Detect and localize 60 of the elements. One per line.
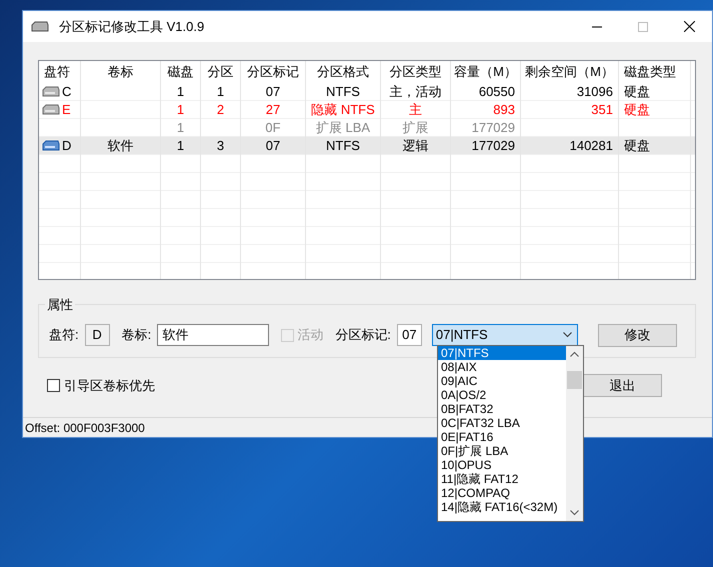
drive-icon xyxy=(42,139,60,153)
table-row[interactable]: D 软件 1 3 07 NTFS 逻辑 177029 140281 硬盘 xyxy=(39,137,695,155)
modify-button[interactable]: 修改 xyxy=(598,324,677,346)
field-label: 卷标: xyxy=(122,326,152,344)
table-cell-text: 177029 xyxy=(470,119,515,138)
scrollbar[interactable] xyxy=(566,346,583,521)
table-cell-text: 逻辑 xyxy=(402,137,430,156)
table-cell-text: 1 xyxy=(176,137,186,156)
table-cell-text: 隐藏 NTFS xyxy=(311,101,375,120)
checkbox[interactable] xyxy=(47,379,60,392)
table-cell-text: 177029 xyxy=(470,137,515,156)
table-cell-text: 硬盘 xyxy=(624,101,651,120)
exit-button[interactable]: 退出 xyxy=(583,374,662,397)
checkbox-label: 活动 xyxy=(297,326,324,344)
field-label: 分区标记: xyxy=(335,326,391,344)
table-cell-text: 07 xyxy=(264,137,282,156)
table-cell-text: 硬盘 xyxy=(624,137,651,156)
table-row[interactable]: E 1 2 27 隐藏 NTFS 主 893 351 硬盘 xyxy=(39,101,695,119)
table-cell-text: 3 xyxy=(216,137,226,156)
table-row[interactable]: 1 0F 扩展 LBA 扩展 177029 xyxy=(39,119,695,137)
table-row[interactable]: C 1 1 07 NTFS 主，活动 60550 31096 硬盘 xyxy=(39,83,695,101)
drive-icon xyxy=(42,85,60,99)
table-cell-text: 1 xyxy=(216,83,226,102)
app-icon xyxy=(31,20,49,32)
chevron-up-icon[interactable] xyxy=(570,351,579,357)
table-cell-text: 1 xyxy=(176,119,186,138)
table-cell-text: NTFS xyxy=(325,83,361,102)
chevron-down-icon[interactable] xyxy=(570,510,579,516)
table-cell-text: 893 xyxy=(492,101,515,120)
window-title: 分区标记修改工具 V1.0.9 xyxy=(59,18,204,36)
field-label: 盘符: xyxy=(49,326,79,344)
table-cell-text: 2 xyxy=(216,101,226,120)
table-cell-text: 1 xyxy=(176,101,186,120)
scroll-thumb[interactable] xyxy=(567,371,582,389)
drive-field[interactable]: D xyxy=(84,324,110,346)
tag-field[interactable]: 07 xyxy=(396,324,422,346)
table-cell-text: 硬盘 xyxy=(624,83,651,102)
table-cell-text: D xyxy=(62,137,72,156)
checkbox-label: 引导区卷标优先 xyxy=(64,376,155,395)
table-cell-text: 主，活动 xyxy=(388,83,442,102)
table-cell-text: 07 xyxy=(264,83,282,102)
table-cell-text: NTFS xyxy=(325,137,361,156)
tag-combobox[interactable]: 07|NTFS xyxy=(432,324,578,346)
table-cell-text: 1 xyxy=(176,83,186,102)
table-cell-text: 扩展 xyxy=(402,119,430,138)
table-cell-text: 扩展 LBA xyxy=(314,119,372,138)
table-cell-text: 351 xyxy=(590,101,613,120)
table-cell-text: 主 xyxy=(408,101,423,120)
chevron-down-icon xyxy=(562,332,572,338)
drive-icon xyxy=(42,103,60,117)
table-cell-text: 140281 xyxy=(568,137,613,156)
dropdown-option[interactable]: 07|NTFS xyxy=(438,346,566,360)
volume-field[interactable]: 软件 xyxy=(157,324,270,346)
table-cell-text: 0F xyxy=(264,119,282,138)
table-cell-text: E xyxy=(62,101,71,120)
table-cell-text: 60550 xyxy=(478,83,515,102)
table-cell-text: 软件 xyxy=(106,137,134,156)
table-cell-text: 31096 xyxy=(576,83,613,102)
table-cell-text: C xyxy=(62,83,72,102)
table-cell-text: 27 xyxy=(264,101,282,120)
